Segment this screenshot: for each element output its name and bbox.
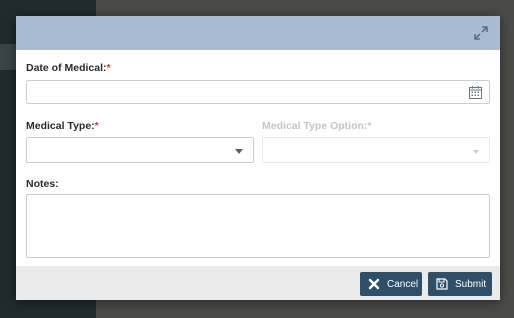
medical-type-option-label: Medical Type Option:*: [262, 120, 372, 132]
required-marker: *: [367, 120, 372, 132]
notes-label: Notes:: [26, 178, 59, 190]
date-of-medical-label: Date of Medical:*: [26, 62, 111, 74]
type-label-text: Medical Type:: [26, 120, 95, 132]
chevron-down-icon: [473, 150, 479, 154]
medical-type-option-select[interactable]: [262, 137, 490, 163]
required-marker: *: [94, 120, 99, 132]
submit-button-label: Submit: [455, 278, 487, 290]
chevron-down-icon: [235, 149, 243, 154]
date-label-text: Date of Medical:: [26, 62, 107, 74]
modal-header: [16, 16, 500, 50]
backdrop-stripe: [0, 44, 16, 70]
calendar-icon[interactable]: [469, 86, 482, 99]
date-of-medical-input[interactable]: [26, 80, 490, 104]
close-x-icon: [368, 278, 380, 290]
expand-icon[interactable]: [474, 26, 488, 40]
medical-type-select[interactable]: [26, 137, 254, 163]
save-icon: [436, 278, 448, 290]
required-marker: *: [106, 62, 111, 74]
cancel-button-label: Cancel: [387, 278, 419, 290]
notes-textarea[interactable]: [26, 194, 490, 258]
medical-type-label: Medical Type:*: [26, 120, 99, 132]
cancel-button[interactable]: Cancel: [360, 272, 422, 296]
medical-modal: Date of Medical:* Medical Type:* Medical…: [16, 16, 500, 300]
option-label-text: Medical Type Option:: [262, 120, 368, 132]
submit-button[interactable]: Submit: [428, 272, 492, 296]
notes-label-text: Notes:: [26, 178, 59, 190]
